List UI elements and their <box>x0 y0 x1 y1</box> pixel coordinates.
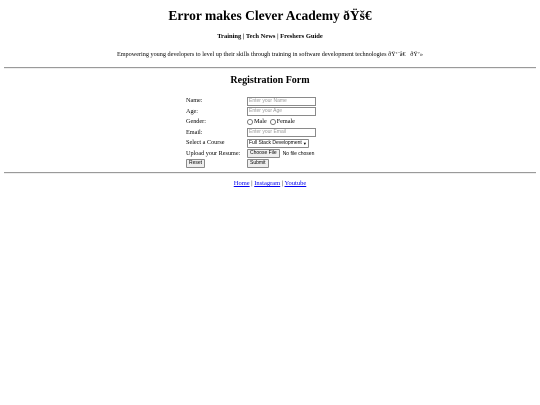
nav-link-tech-news[interactable]: Tech News <box>246 33 276 40</box>
gender-male-radio[interactable] <box>247 119 253 125</box>
resume-label: Upload your Resume: <box>186 149 241 157</box>
reset-wrapper: Reset <box>186 159 206 169</box>
footer-link-home[interactable]: Home <box>234 180 250 187</box>
divider-top <box>4 67 536 69</box>
site-title: Error makes Clever Academy ðŸš€ <box>168 8 372 23</box>
age-input[interactable]: Enter your Age <box>247 107 316 116</box>
nav-link-freshers-guide[interactable]: Freshers Guide <box>280 33 323 40</box>
submit-button[interactable]: Submit <box>247 159 269 168</box>
nav-link-training[interactable]: Training <box>217 33 241 40</box>
choose-file-button[interactable]: Choose File <box>247 149 280 158</box>
age-label: Age: <box>186 107 199 115</box>
course-selected-value: Full Stack Development <box>249 139 302 146</box>
email-label: Email: <box>186 128 203 136</box>
tagline: Empowering young developers to level up … <box>116 51 424 58</box>
chevron-down-icon: ▼ <box>302 140 307 146</box>
footer-link-youtube[interactable]: Youtube <box>285 180 307 187</box>
name-input[interactable]: Enter your Name <box>247 96 316 106</box>
course-label: Select a Course <box>186 139 225 146</box>
name-label: Name: <box>186 97 203 104</box>
course-select[interactable]: Full Stack Development ▼ <box>247 138 309 148</box>
footer-link-instagram[interactable]: Instagram <box>254 180 280 187</box>
email-input[interactable]: Enter your Email <box>247 128 316 137</box>
gender-label: Gender: <box>186 118 206 125</box>
reset-button[interactable]: Reset <box>186 159 206 168</box>
footer-links: Home | Instagram | Youtube <box>0 180 540 187</box>
gender-female-label[interactable]: Female <box>277 117 295 127</box>
divider-bottom <box>4 172 536 174</box>
top-nav: Training | Tech News | Freshers Guide <box>0 33 540 40</box>
file-status: No file chosen <box>282 150 315 157</box>
gender-female-radio[interactable] <box>269 119 276 125</box>
form-title: Registration Form <box>230 75 310 86</box>
gender-male-label[interactable]: Male <box>254 117 267 127</box>
